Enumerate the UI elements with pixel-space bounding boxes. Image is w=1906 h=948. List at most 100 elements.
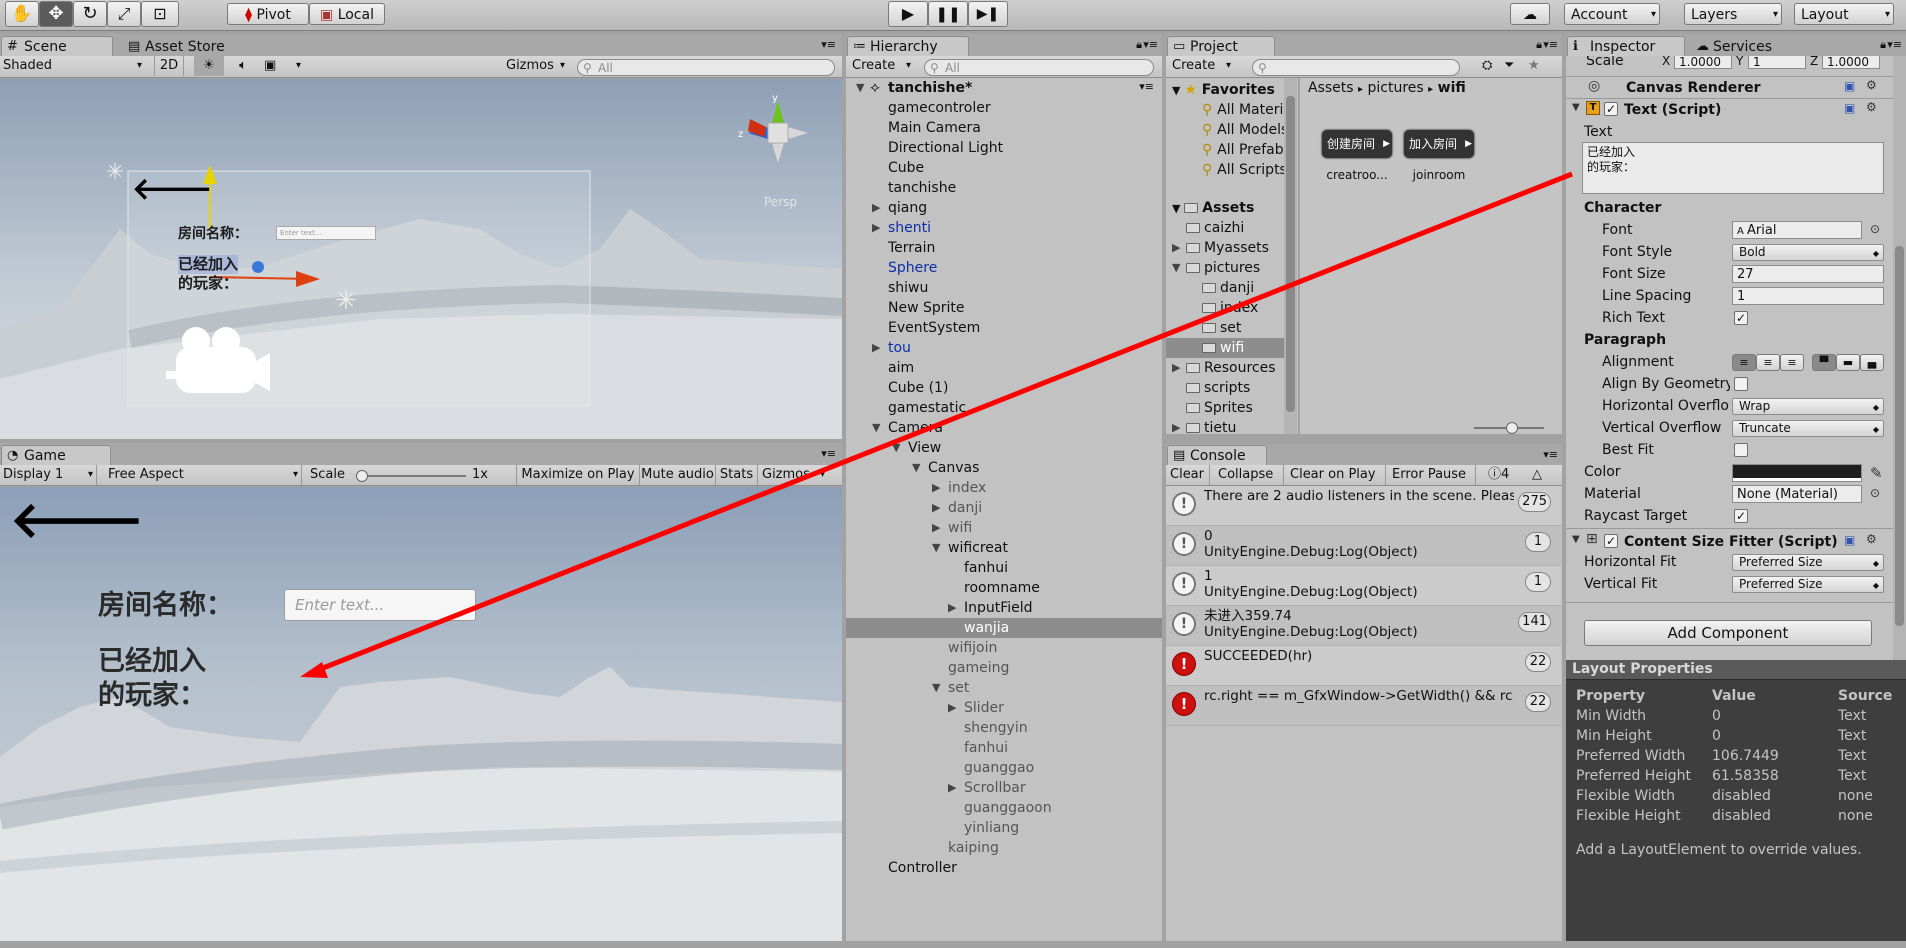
stats-toggle[interactable]: Stats bbox=[716, 465, 758, 485]
lighting-toggle[interactable]: ☀ bbox=[194, 56, 224, 76]
tab-scene[interactable]: # Scene bbox=[1, 36, 113, 58]
game-panel-menu-icon[interactable]: ▾≡ bbox=[821, 447, 836, 460]
hierarchy-create-dropdown[interactable]: Create bbox=[852, 56, 914, 76]
color-field[interactable] bbox=[1732, 464, 1862, 482]
console-error-filter[interactable]: △ bbox=[1532, 465, 1542, 485]
asset-folder-item[interactable]: danji bbox=[1202, 278, 1284, 298]
shading-dropdown[interactable]: Shaded bbox=[3, 56, 145, 76]
csf-enabled-checkbox[interactable]: ✓ bbox=[1604, 534, 1618, 548]
console-clear-button[interactable]: Clear bbox=[1170, 465, 1210, 485]
favorite-search-item[interactable]: ⚲ All Models bbox=[1202, 120, 1284, 140]
expand-arrow-icon[interactable]: ▶ bbox=[872, 221, 880, 234]
star-icon[interactable]: ★ bbox=[1528, 56, 1540, 76]
hierarchy-item[interactable]: Controller bbox=[888, 858, 957, 878]
hierarchy-item[interactable]: tou bbox=[888, 338, 911, 358]
game-back-arrow-icon[interactable]: 🡐 bbox=[10, 491, 144, 549]
hierarchy-item[interactable]: gamecontroler bbox=[888, 98, 991, 118]
hierarchy-item[interactable]: wanjia bbox=[964, 618, 1009, 638]
tab-game[interactable]: ◔ Game bbox=[1, 445, 111, 467]
hierarchy-item[interactable]: Main Camera bbox=[888, 118, 981, 138]
hierarchy-item[interactable]: New Sprite bbox=[888, 298, 965, 318]
hierarchy-item[interactable]: gamestatic bbox=[888, 398, 966, 418]
hierarchy-item[interactable]: aim bbox=[888, 358, 914, 378]
assets-root-row[interactable]: ▼ Assets bbox=[1172, 198, 1254, 219]
account-dropdown[interactable]: Account bbox=[1564, 3, 1660, 25]
hierarchy-item[interactable]: index bbox=[948, 478, 986, 498]
component-settings-gear-icon[interactable]: ⚙ bbox=[1866, 100, 1877, 114]
inspector-lock-icon[interactable]: 🔒︎ bbox=[1880, 38, 1886, 52]
asset-folder-item[interactable]: caizhi bbox=[1186, 218, 1284, 238]
layers-dropdown[interactable]: Layers bbox=[1684, 3, 1782, 25]
expand-arrow-icon[interactable]: ▶ bbox=[1172, 421, 1180, 434]
project-search-input[interactable]: ⚲ bbox=[1252, 59, 1460, 76]
collapse-arrow-icon[interactable]: ▼ bbox=[1172, 261, 1180, 274]
breadcrumb-assets[interactable]: Assets bbox=[1308, 80, 1354, 96]
asset-folder-item[interactable]: index bbox=[1202, 298, 1284, 318]
collapse-arrow-icon[interactable]: ▼ bbox=[932, 681, 940, 694]
collapse-arrow-icon[interactable]: ▼ bbox=[872, 421, 880, 434]
scene-root-menu-icon[interactable]: ▾≡ bbox=[1139, 80, 1154, 93]
console-menu-icon[interactable]: ▾≡ bbox=[1543, 448, 1558, 461]
text-foldout-arrow-icon[interactable]: ▼ bbox=[1572, 102, 1580, 113]
mute-audio-toggle[interactable]: Mute audio bbox=[640, 465, 716, 485]
text-script-header[interactable]: Text (Script) bbox=[1624, 100, 1721, 120]
move-tool-button[interactable]: ✥ bbox=[39, 1, 73, 27]
raycast-target-checkbox[interactable]: ✓ bbox=[1734, 509, 1748, 523]
expand-arrow-icon[interactable]: ▶ bbox=[1172, 361, 1180, 374]
hierarchy-item[interactable]: Slider bbox=[964, 698, 1004, 718]
expand-arrow-icon[interactable]: ▶ bbox=[948, 601, 956, 614]
project-menu-icon[interactable]: ▾≡ bbox=[1543, 38, 1558, 51]
expand-arrow-icon[interactable]: ▶ bbox=[948, 781, 956, 794]
scene-root-row[interactable]: ▼ ⟡ tanchishe* ▾≡ bbox=[846, 78, 1162, 98]
console-entry[interactable]: ! 1 UnityEngine.Debug:Log(Object) 1 bbox=[1166, 566, 1561, 606]
asset-folder-item[interactable]: Myassets bbox=[1186, 238, 1284, 258]
favorite-search-item[interactable]: ⚲ All Scripts bbox=[1202, 160, 1284, 180]
console-entry[interactable]: ! 未进入359.74 UnityEngine.Debug:Log(Object) 1… bbox=[1166, 606, 1561, 646]
component-settings-gear-icon[interactable]: ⚙ bbox=[1866, 78, 1877, 92]
inspector-scrollbar[interactable] bbox=[1893, 56, 1906, 660]
aspect-dropdown[interactable]: Free Aspect bbox=[108, 465, 302, 485]
hierarchy-item[interactable]: qiang bbox=[888, 198, 927, 218]
object-picker-icon[interactable]: ⊙ bbox=[1870, 222, 1880, 236]
assets-arrow-icon[interactable]: ▼ bbox=[1172, 202, 1184, 215]
asset-tile[interactable]: 加入房间 ▶ joinroom bbox=[1404, 130, 1474, 190]
breadcrumb-wifi[interactable]: wifi bbox=[1438, 80, 1466, 96]
scale-slider[interactable] bbox=[356, 470, 466, 482]
breadcrumb-pictures[interactable]: pictures bbox=[1368, 80, 1424, 96]
hierarchy-item[interactable]: Scrollbar bbox=[964, 778, 1026, 798]
folder-tree-scrollbar[interactable] bbox=[1284, 78, 1297, 434]
scale-z-field[interactable]: 1.0000 bbox=[1822, 56, 1880, 69]
favorite-search-item[interactable]: ⚲ All Prefabs bbox=[1202, 140, 1284, 160]
scale-slider-thumb[interactable] bbox=[356, 470, 368, 482]
asset-tile[interactable]: 创建房间 ▶ creatroo... bbox=[1322, 130, 1392, 190]
hierarchy-item[interactable]: kaiping bbox=[948, 838, 999, 858]
hand-tool-button[interactable]: ✋ bbox=[5, 1, 39, 27]
display-dropdown[interactable]: Display 1 bbox=[3, 465, 97, 485]
align-center-button[interactable]: ≡ bbox=[1756, 354, 1780, 371]
expand-arrow-icon[interactable]: ▶ bbox=[1172, 241, 1180, 254]
asset-folder-item[interactable]: pictures bbox=[1186, 258, 1284, 278]
console-entry[interactable]: ! 0 UnityEngine.Debug:Log(Object) 1 bbox=[1166, 526, 1561, 566]
tab-services[interactable]: ☁ Services bbox=[1690, 36, 1786, 58]
filter-type-icon[interactable]: ⛭ bbox=[1482, 56, 1492, 76]
align-geometry-checkbox[interactable] bbox=[1734, 377, 1748, 391]
line-spacing-field[interactable]: 1 bbox=[1732, 287, 1884, 305]
layout-dropdown[interactable]: Layout bbox=[1794, 3, 1894, 25]
hierarchy-item[interactable]: set bbox=[948, 678, 969, 698]
scene-search-input[interactable]: ⚲ All bbox=[577, 59, 835, 76]
asset-folder-item[interactable]: scripts bbox=[1186, 378, 1284, 398]
local-button[interactable]: ▣ Local bbox=[309, 3, 385, 25]
project-create-dropdown[interactable]: Create bbox=[1172, 56, 1234, 76]
effects-dropdown[interactable]: ▣ bbox=[264, 56, 304, 76]
hierarchy-menu-icon[interactable]: ▾≡ bbox=[1143, 38, 1158, 51]
help-book-icon[interactable]: ▣ bbox=[1844, 79, 1855, 93]
hierarchy-item[interactable]: Canvas bbox=[928, 458, 979, 478]
vertical-fit-dropdown[interactable]: Preferred Size bbox=[1732, 576, 1884, 593]
hierarchy-item[interactable]: wificreat bbox=[948, 538, 1008, 558]
console-warn-filter[interactable]: ⓘ4 bbox=[1488, 465, 1509, 485]
component-settings-gear-icon[interactable]: ⚙ bbox=[1866, 532, 1877, 546]
eyedropper-icon[interactable]: ✎ bbox=[1870, 464, 1883, 482]
collapse-arrow-icon[interactable]: ▼ bbox=[912, 461, 920, 474]
asset-folder-item[interactable]: wifi bbox=[1202, 338, 1284, 358]
hierarchy-item[interactable]: Terrain bbox=[888, 238, 935, 258]
